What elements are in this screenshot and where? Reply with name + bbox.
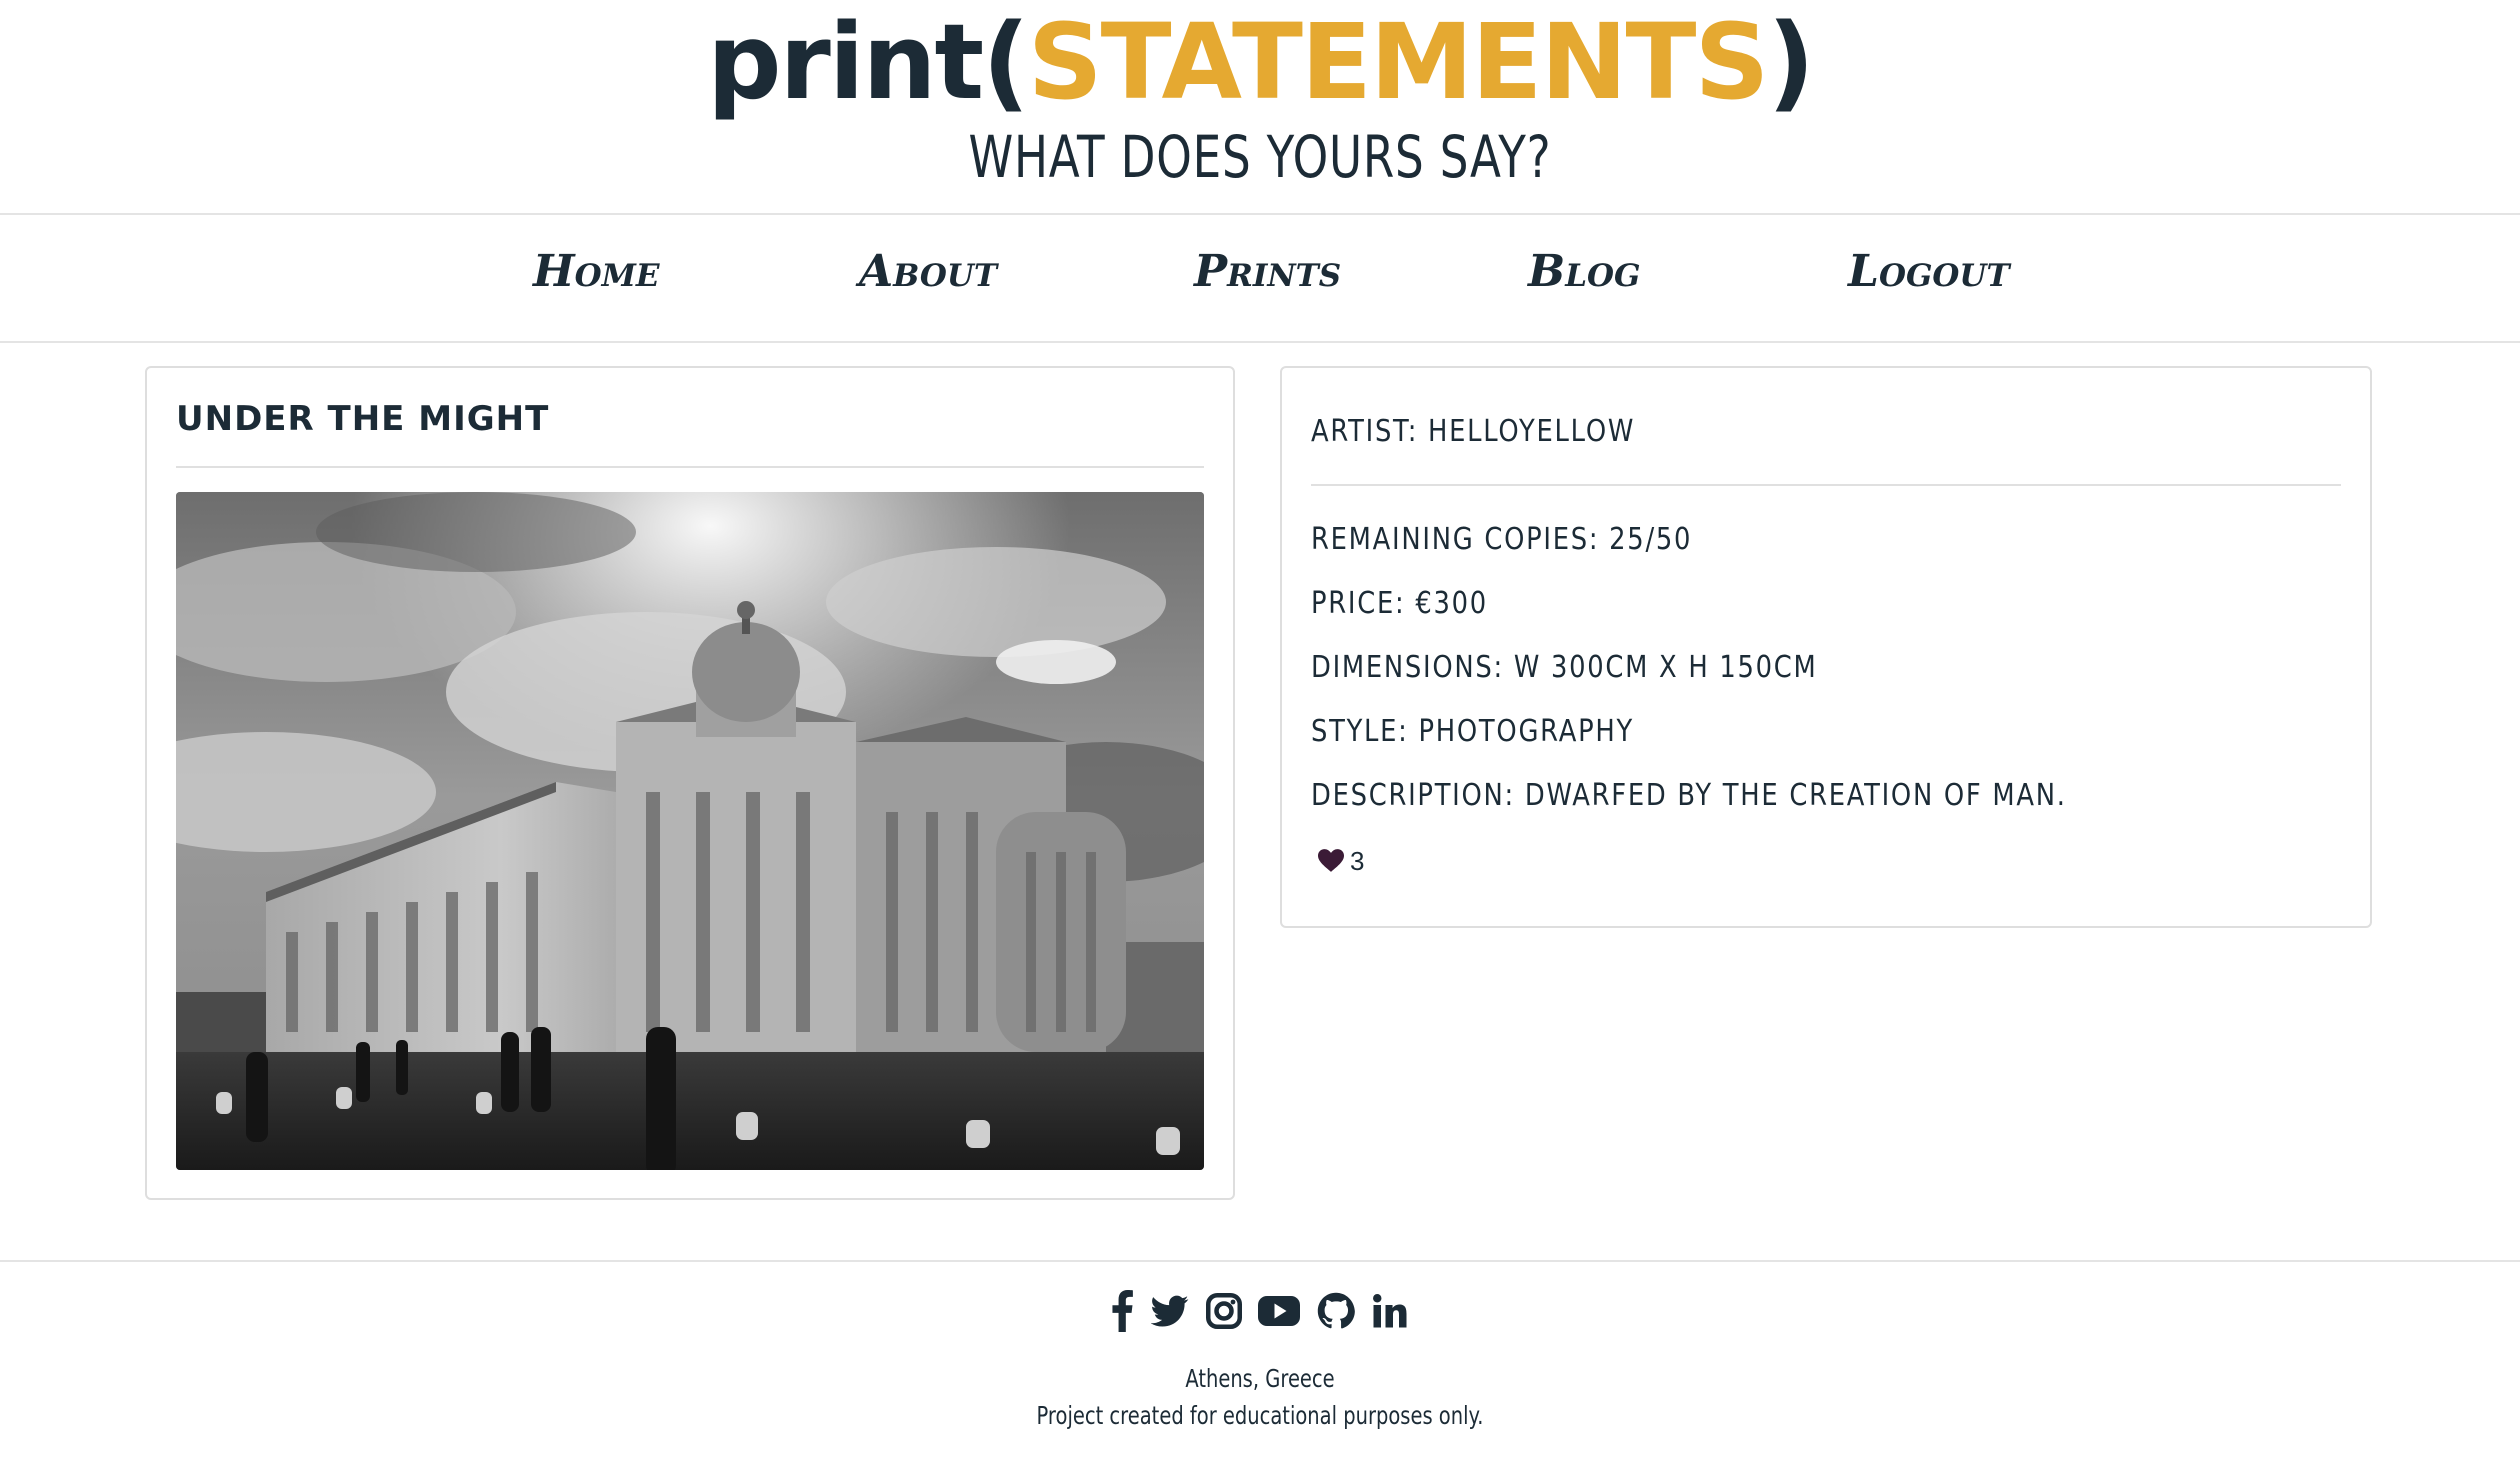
github-icon[interactable]: [1317, 1290, 1355, 1332]
nav-divider: [0, 341, 2520, 343]
nav-about-link[interactable]: About: [859, 242, 997, 302]
footer-note: Project created for educational purposes…: [1036, 1401, 1484, 1430]
description-text: DESCRIPTION: DWARFED BY THE CREATION OF …: [1311, 778, 2067, 813]
artist-text: ARTIST: HELLOYELLOW: [1311, 414, 1636, 449]
like-button[interactable]: 3: [1318, 846, 1364, 876]
price-text: PRICE: €300: [1311, 586, 1488, 621]
header-divider: [0, 213, 2520, 215]
linkedin-icon[interactable]: [1372, 1290, 1408, 1332]
site-logo[interactable]: print(STATEMENTS): [0, 2, 2520, 122]
logo-accent: STATEMENTS: [1027, 1, 1770, 123]
youtube-icon[interactable]: [1258, 1290, 1300, 1332]
site-header: print(STATEMENTS) WHAT DOES YOURS SAY?: [0, 0, 2520, 214]
dimensions-text: DIMENSIONS: W 300CM X H 150CM: [1311, 650, 1818, 685]
footer-divider: [0, 1260, 2520, 1262]
style-text: STYLE: PHOTOGRAPHY: [1311, 714, 1635, 749]
likes-count: 3: [1350, 846, 1365, 876]
nav-logout-link[interactable]: Logout: [1848, 242, 2010, 302]
print-title: UNDER THE MIGHT: [176, 399, 550, 439]
twitter-icon[interactable]: [1150, 1290, 1189, 1332]
footer-location: Athens, Greece: [1185, 1364, 1335, 1393]
logo-prefix: print(: [707, 1, 1030, 123]
site-tagline: WHAT DOES YOURS SAY?: [968, 123, 1552, 191]
logo-suffix: ): [1767, 1, 1815, 123]
print-image-card: UNDER THE MIGHT: [145, 366, 1235, 1200]
details-divider: [1311, 484, 2341, 486]
remaining-copies-text: REMAINING COPIES: 25/50: [1311, 522, 1693, 557]
print-photo: [176, 492, 1204, 1170]
nav-blog-link[interactable]: Blog: [1528, 242, 1640, 302]
main-nav: Home About Prints Blog Logout: [0, 216, 2520, 340]
social-links: [0, 1290, 2520, 1334]
nav-home-link[interactable]: Home: [533, 242, 660, 302]
title-divider: [176, 466, 1204, 468]
print-details-card: ARTIST: HELLOYELLOW REMAINING COPIES: 25…: [1280, 366, 2372, 928]
nav-prints-link[interactable]: Prints: [1194, 242, 1341, 302]
facebook-icon[interactable]: [1110, 1290, 1134, 1332]
heart-icon: [1318, 849, 1344, 872]
instagram-icon[interactable]: [1206, 1290, 1242, 1332]
